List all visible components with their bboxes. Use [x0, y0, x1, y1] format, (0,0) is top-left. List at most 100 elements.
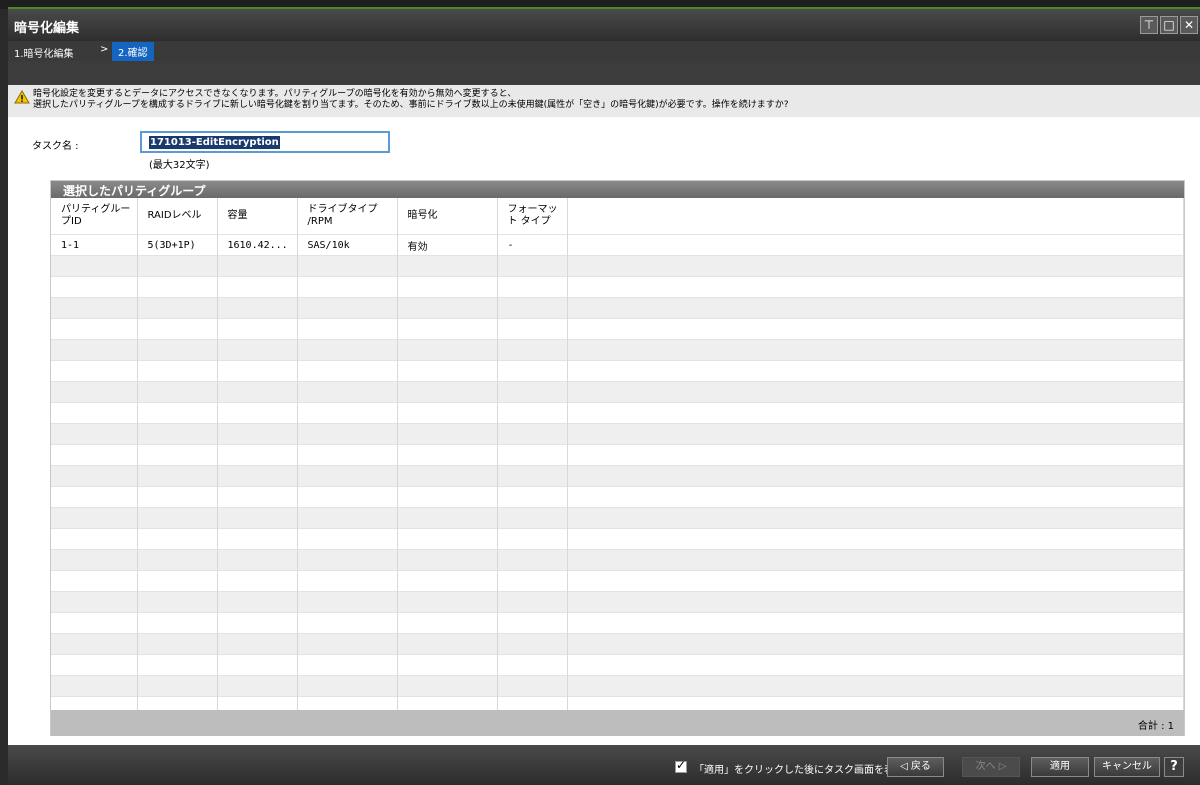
empty-cell: [297, 696, 398, 710]
cell-drive-type: SAS/10k: [297, 234, 398, 256]
col-header-raid-level[interactable]: RAIDレベル: [137, 198, 218, 235]
empty-cell: [397, 276, 498, 298]
left-edge: [0, 9, 8, 785]
empty-cell: [567, 276, 1184, 298]
cancel-button[interactable]: キャンセル: [1094, 757, 1160, 777]
task-name-label: タスク名 :: [32, 141, 79, 152]
empty-cell: [397, 255, 498, 277]
empty-cell: [397, 675, 498, 697]
empty-cell: [567, 444, 1184, 466]
empty-cell: [497, 591, 568, 613]
empty-cell: [297, 276, 398, 298]
col-header-format-type[interactable]: フォーマット タイプ: [497, 198, 568, 235]
empty-cell: [567, 591, 1184, 613]
task-name-input[interactable]: 171013-EditEncryption: [140, 131, 390, 153]
table-row-empty: [51, 528, 1184, 550]
empty-cell: [397, 423, 498, 445]
action-bar: 「適用」をクリックした後にタスク画面を表示 ◁ 戻る 次へ ▷ 適用 キャンセル…: [8, 745, 1200, 785]
col-header-encryption[interactable]: 暗号化: [397, 198, 498, 235]
window-title: 暗号化編集: [14, 21, 80, 36]
empty-cell: [497, 633, 568, 655]
warning-line-2: 選択したパリティグループを構成するドライブに新しい暗号化鍵を割り当てます。そのた…: [33, 100, 789, 110]
empty-cell: [497, 696, 568, 710]
empty-cell: [567, 297, 1184, 319]
empty-cell: [567, 360, 1184, 382]
empty-cell: [217, 654, 298, 676]
show-tasks-label[interactable]: 「適用」をクリックした後にタスク画面を表示: [694, 761, 904, 776]
table-row-empty: [51, 675, 1184, 697]
empty-cell: [217, 339, 298, 361]
empty-cell: [297, 654, 398, 676]
table-row-empty: [51, 696, 1184, 710]
cell-raid-level: 5(3D+1P): [137, 234, 218, 256]
breadcrumb-step-edit[interactable]: 1.暗号化編集: [14, 45, 74, 60]
empty-cell: [297, 528, 398, 550]
empty-cell: [51, 507, 138, 529]
empty-cell: [137, 276, 218, 298]
empty-cell: [217, 528, 298, 550]
table-row-empty: [51, 486, 1184, 508]
table-row[interactable]: 1-1 5(3D+1P) 1610.42... SAS/10k 有効 -: [51, 234, 1184, 256]
empty-cell: [51, 276, 138, 298]
empty-cell: [137, 570, 218, 592]
back-button[interactable]: ◁ 戻る: [887, 757, 944, 777]
table-row-empty: [51, 444, 1184, 466]
empty-cell: [51, 255, 138, 277]
col-header-parity-group-id[interactable]: パリティグループID: [51, 198, 138, 235]
empty-cell: [397, 591, 498, 613]
col-header-filler: [567, 198, 1184, 235]
show-tasks-checkbox[interactable]: [675, 758, 687, 773]
empty-cell: [497, 339, 568, 361]
empty-cell: [297, 612, 398, 634]
empty-cell: [51, 486, 138, 508]
empty-cell: [567, 255, 1184, 277]
empty-cell: [297, 339, 398, 361]
empty-cell: [397, 696, 498, 710]
parity-group-table-wrap: パリティグループID RAIDレベル 容量 ドライブタイプ /RPM 暗号化 フ…: [51, 198, 1184, 710]
empty-cell: [51, 675, 138, 697]
empty-cell: [137, 465, 218, 487]
empty-cell: [51, 381, 138, 403]
empty-cell: [497, 612, 568, 634]
breadcrumb-step-confirm: 2.確認: [112, 42, 154, 61]
table-row-empty: [51, 591, 1184, 613]
empty-cell: [137, 297, 218, 319]
empty-cell: [497, 675, 568, 697]
empty-cell: [137, 423, 218, 445]
empty-cell: [567, 423, 1184, 445]
empty-cell: [51, 297, 138, 319]
empty-cell: [497, 360, 568, 382]
apply-button[interactable]: 適用: [1031, 757, 1089, 777]
empty-cell: [217, 402, 298, 424]
table-row-empty: [51, 276, 1184, 298]
col-header-drive-type[interactable]: ドライブタイプ /RPM: [297, 198, 398, 235]
empty-cell: [137, 318, 218, 340]
table-row-empty: [51, 402, 1184, 424]
empty-cell: [297, 507, 398, 529]
empty-cell: [567, 696, 1184, 710]
empty-cell: [497, 255, 568, 277]
warning-line-1: 暗号化設定を変更するとデータにアクセスできなくなります。パリティグループの暗号化…: [33, 89, 517, 99]
maximize-icon[interactable]: □: [1160, 16, 1178, 34]
empty-cell: [137, 255, 218, 277]
close-icon[interactable]: ✕: [1180, 16, 1198, 34]
cell-capacity: 1610.42...: [217, 234, 298, 256]
empty-cell: [51, 465, 138, 487]
empty-cell: [397, 549, 498, 571]
empty-cell: [297, 591, 398, 613]
empty-cell: [497, 276, 568, 298]
cell-encryption: 有効: [397, 234, 498, 256]
empty-cell: [567, 675, 1184, 697]
empty-cell: [51, 339, 138, 361]
empty-cell: [297, 381, 398, 403]
empty-cell: [497, 654, 568, 676]
breadcrumb-separator: >: [100, 44, 109, 55]
empty-cell: [567, 570, 1184, 592]
help-icon[interactable]: ?: [1164, 757, 1184, 777]
table-row-empty: [51, 360, 1184, 382]
empty-cell: [297, 255, 398, 277]
pin-icon[interactable]: ⊤: [1140, 16, 1158, 34]
col-header-capacity[interactable]: 容量: [217, 198, 298, 235]
table-row-empty: [51, 255, 1184, 277]
empty-cell: [137, 339, 218, 361]
